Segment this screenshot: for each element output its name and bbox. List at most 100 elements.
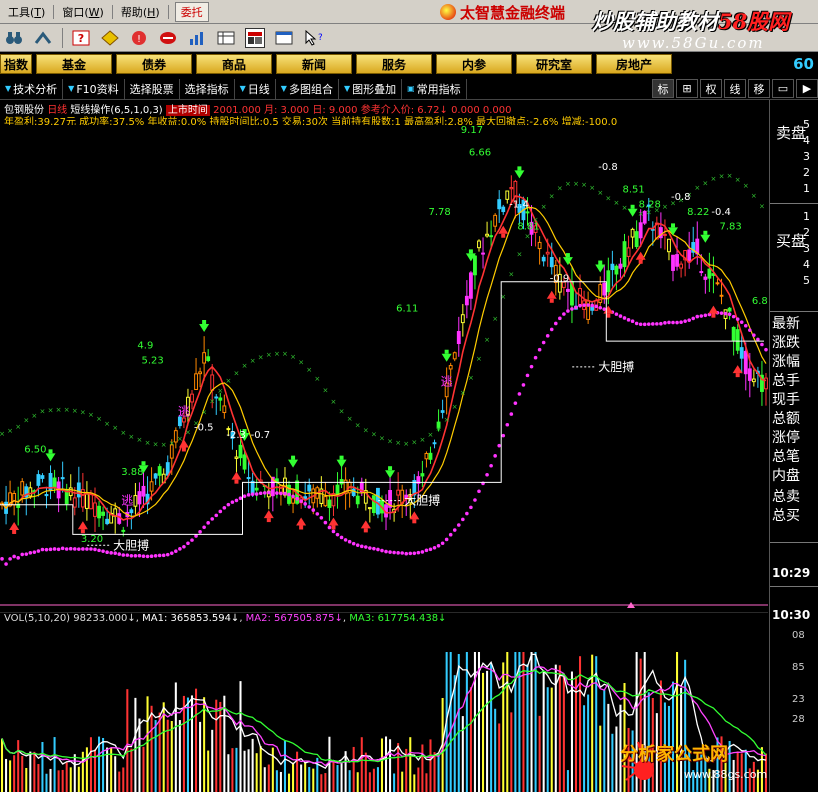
band-dot [501, 433, 506, 438]
category-index[interactable]: 指数 [0, 54, 32, 74]
link-icon[interactable] [33, 28, 53, 48]
volume-bar [53, 737, 56, 792]
band-dot [101, 549, 105, 553]
candle-body [675, 254, 679, 267]
category-realestate[interactable]: 房地产 [596, 54, 672, 74]
band-marker: × [161, 441, 167, 449]
candle-body [618, 263, 623, 269]
band-dot [178, 547, 182, 551]
band-marker: × [395, 439, 401, 447]
quote-panel: 卖盘 5 4 3 2 1 买盘 1 2 3 4 5 最新 涨跌 涨幅 总手 现手… [769, 100, 818, 792]
candle-body [28, 487, 33, 497]
binoculars-icon[interactable] [4, 28, 24, 48]
mode-mark-button[interactable]: 标 [652, 79, 674, 98]
band-dot [32, 550, 37, 554]
trade-order-tab[interactable]: 委托 [174, 1, 209, 22]
annotation-text: 逃 [441, 375, 453, 389]
volume-bar [231, 748, 234, 792]
band-dot [456, 523, 461, 527]
dropdown-icon: ▼ [68, 84, 75, 93]
overlay-menu[interactable]: ▼ 图形叠加 [339, 78, 403, 99]
candle-body [663, 233, 667, 236]
band-dot [182, 545, 186, 549]
window-icon[interactable] [274, 28, 294, 48]
volume-bar [453, 675, 456, 792]
common-indicator-menu[interactable]: ▣ 常用指标 [402, 78, 467, 99]
scroll-right-icon[interactable]: ▶ [796, 79, 818, 98]
band-dot [493, 454, 497, 458]
volume-bar [328, 736, 331, 792]
band-marker: × [436, 425, 442, 433]
menu-help[interactable]: 帮助(H) [113, 4, 168, 20]
chart-mode-buttons: 标 ⊞ 权 线 移 ▭ ▶ [650, 79, 818, 98]
sell-level-2: 2 [803, 166, 810, 179]
multi-chart-menu[interactable]: ▼ 多图组合 [276, 78, 339, 99]
volume-bar [332, 760, 335, 792]
volume-bar [522, 652, 525, 792]
band-marker: × [573, 180, 579, 188]
band-dot [505, 422, 510, 427]
menu-tools[interactable]: 工具(T) [0, 4, 53, 20]
band-marker: × [710, 175, 716, 183]
shuffle-icon[interactable] [158, 28, 178, 48]
band-marker: × [31, 412, 37, 420]
window-count: 60 [793, 55, 814, 73]
band-dot [719, 311, 724, 315]
help-icon[interactable]: ? [71, 28, 91, 48]
volume-bar [599, 725, 602, 792]
panel-toggle-icon[interactable]: ▭ [772, 79, 794, 98]
band-dot [586, 303, 590, 307]
band-dot [562, 312, 566, 316]
layout-icon[interactable] [245, 27, 265, 48]
volume-header: VOL(5,10,20) 98233.000↓, MA1: 365853.594… [4, 613, 447, 624]
grid-icon[interactable] [216, 28, 236, 48]
mode-move-button[interactable]: 移 [748, 79, 770, 98]
select-stock-button[interactable]: 选择股票 [125, 78, 180, 99]
watermark-url: www.58Gu.com [622, 34, 765, 52]
candle-body [234, 456, 239, 459]
select-indicator-button[interactable]: 选择指标 [180, 78, 235, 99]
candle-body [137, 491, 142, 505]
chart-icon[interactable] [187, 28, 207, 48]
mode-rights-button[interactable]: 权 [700, 79, 722, 98]
candle-body [525, 211, 530, 214]
band-dot [303, 502, 307, 506]
candlestick-chart[interactable]: × ××××× × × × × × ××××× × × × × × ××××××××××× × × × × ××××… [0, 125, 768, 611]
candle-body [202, 352, 207, 364]
volume-bar [146, 696, 149, 792]
menu-window[interactable]: 窗口(W) [54, 4, 111, 20]
band-dot [695, 314, 700, 319]
category-fund[interactable]: 基金 [36, 54, 112, 74]
f10-menu[interactable]: ▼ F10资料 [63, 78, 125, 99]
band-marker: × [145, 439, 151, 447]
vol-axis-tick: 23 [792, 694, 805, 705]
pointer-help-icon[interactable]: ? [303, 28, 323, 48]
category-insider[interactable]: 内参 [436, 54, 512, 74]
category-service[interactable]: 服务 [356, 54, 432, 74]
band-marker: × [56, 406, 62, 414]
period-daily-menu[interactable]: ▼ 日线 [235, 78, 276, 99]
volume-bar [389, 739, 392, 792]
candle-body [141, 485, 146, 497]
band-dot [287, 492, 291, 497]
diamond-icon[interactable] [100, 28, 120, 48]
mode-line-button[interactable]: 线 [724, 79, 746, 98]
band-dot [279, 491, 283, 496]
candle-body [76, 482, 81, 498]
category-news[interactable]: 新闻 [276, 54, 352, 74]
band-marker: × [153, 440, 159, 448]
category-bond[interactable]: 债券 [116, 54, 192, 74]
alert-icon[interactable]: ! [129, 28, 149, 48]
band-marker: × [80, 408, 86, 416]
volume-bar [591, 654, 594, 792]
category-commodity[interactable]: 商品 [196, 54, 272, 74]
tech-analysis-menu[interactable]: ▼ 技术分析 [0, 78, 64, 99]
candle-body [485, 233, 489, 237]
grid-view-icon[interactable]: ⊞ [676, 79, 698, 98]
band-marker: × [0, 430, 5, 438]
buy-level-2: 2 [803, 226, 810, 239]
volume-bar [154, 720, 157, 792]
volume-bar [538, 715, 541, 792]
category-research[interactable]: 研究室 [516, 54, 592, 74]
band-marker: × [508, 271, 514, 279]
